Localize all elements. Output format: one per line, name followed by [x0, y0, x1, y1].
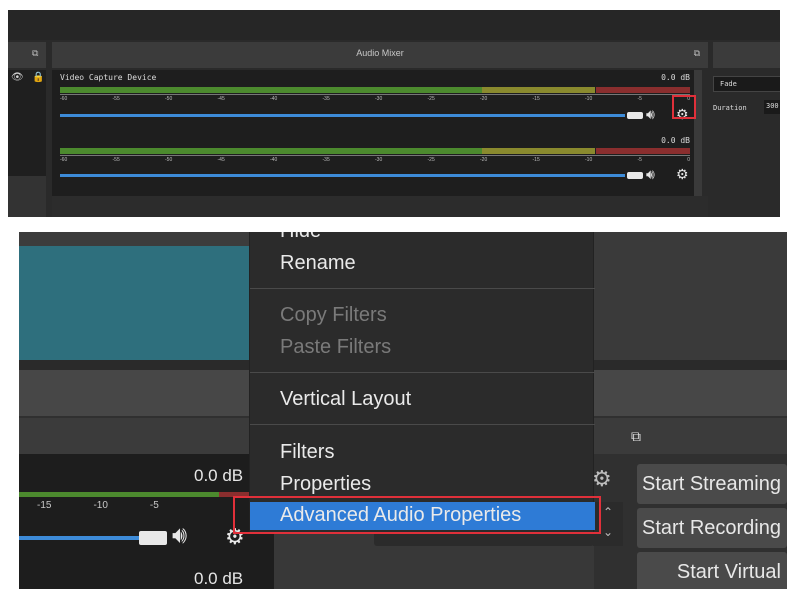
duration-input[interactable]: 300	[764, 100, 780, 114]
menu-item-copy-filters: Copy Filters	[280, 304, 387, 326]
audio-mixer-top-panel: ⧉ Audio Mixer ⧉ 👁 🔒 Video Capture Device…	[8, 10, 780, 217]
preview-canvas	[19, 232, 249, 360]
screenshot-frame: ⧉ Audio Mixer ⧉ 👁 🔒 Video Capture Device…	[0, 0, 787, 589]
start-streaming-button[interactable]: Start Streaming	[637, 464, 787, 504]
mixer-title: Audio Mixer	[356, 48, 404, 58]
sources-list: 👁 🔒	[8, 70, 46, 176]
db-level: 0.0 dB	[661, 136, 690, 145]
speaker-icon[interactable]: 🔊︎	[646, 106, 655, 123]
volume-slider[interactable]	[60, 174, 625, 177]
start-virtual-camera-button[interactable]: Start Virtual Camera	[637, 552, 787, 589]
transitions-dock-header	[713, 42, 780, 68]
menu-separator	[250, 424, 595, 425]
meter-tick-labels: -15 -10 -5	[37, 500, 159, 511]
transition-select[interactable]: Fade	[713, 76, 780, 92]
volume-meter	[60, 87, 690, 93]
speaker-icon[interactable]: 🔊︎	[646, 166, 655, 183]
meter-tick-labels: -60 -55 -50 -45 -40 -35 -30 -25 -20 -15 -10 -5 0	[60, 96, 690, 102]
gear-highlight-annotation	[672, 95, 696, 119]
menu-separator	[250, 288, 595, 289]
context-menu: Hide Rename Copy Filters Paste Filters V…	[249, 232, 595, 532]
volume-slider[interactable]	[19, 536, 139, 540]
undock-icon[interactable]: ⧉	[32, 48, 38, 59]
db-level: 0.0 dB	[661, 73, 690, 82]
volume-meter	[60, 148, 690, 154]
eye-icon[interactable]: 👁	[11, 72, 24, 83]
volume-meter	[19, 492, 259, 497]
advanced-audio-highlight-annotation	[233, 496, 601, 534]
menu-item-properties[interactable]: Properties	[280, 473, 371, 496]
right-dock-area	[594, 232, 787, 360]
undock-icon[interactable]: ⧉	[694, 48, 700, 59]
sources-toolbar	[8, 176, 46, 217]
meter-tick-labels: -60 -55 -50 -45 -40 -35 -30 -25 -20 -15 -10 -5 0	[60, 157, 690, 163]
mixer-channels: Video Capture Device 0.0 dB -60 -55 -50 -45…	[52, 70, 700, 196]
db-level: 0.0 dB	[194, 466, 244, 485]
mixer-footer	[52, 196, 708, 217]
mixer-scrollbar[interactable]	[694, 70, 702, 196]
duration-label: Duration	[713, 104, 747, 112]
menu-item-hide[interactable]: Hide	[280, 232, 321, 243]
source-name: Video Capture Device	[60, 73, 157, 82]
start-recording-button[interactable]: Start Recording	[637, 508, 787, 548]
db-level: 0.0 dB	[194, 569, 244, 588]
menu-item-filters[interactable]: Filters	[280, 441, 334, 464]
volume-slider-handle[interactable]	[139, 531, 167, 545]
scene-transitions-panel: Fade Duration 300	[708, 70, 780, 217]
menu-item-paste-filters: Paste Filters	[280, 336, 392, 358]
speaker-icon[interactable]: 🔊︎	[172, 522, 187, 550]
menu-item-rename[interactable]: Rename	[280, 252, 356, 275]
preview-top-strip	[19, 232, 249, 246]
sources-dock-header: ⧉	[8, 42, 46, 68]
top-strip	[8, 10, 780, 40]
lock-icon[interactable]: 🔒	[32, 72, 44, 83]
gear-icon[interactable]: ⚙	[676, 166, 689, 183]
context-menu-zoom-panel: ⧉ 0.0 dB -15 -10 -5 🔊︎ ⚙ 0.0 dB ⚙ ⌃ ⌄ Start…	[19, 232, 787, 589]
undock-icon[interactable]: ⧉	[631, 428, 641, 445]
gear-icon[interactable]: ⚙	[592, 466, 612, 492]
mixer-dock-header: Audio Mixer ⧉	[52, 42, 708, 68]
menu-item-vertical-layout[interactable]: Vertical Layout	[280, 388, 411, 411]
volume-slider-handle[interactable]	[627, 112, 643, 119]
menu-separator	[250, 372, 595, 373]
volume-slider[interactable]	[60, 114, 625, 117]
volume-slider-handle[interactable]	[627, 172, 643, 179]
